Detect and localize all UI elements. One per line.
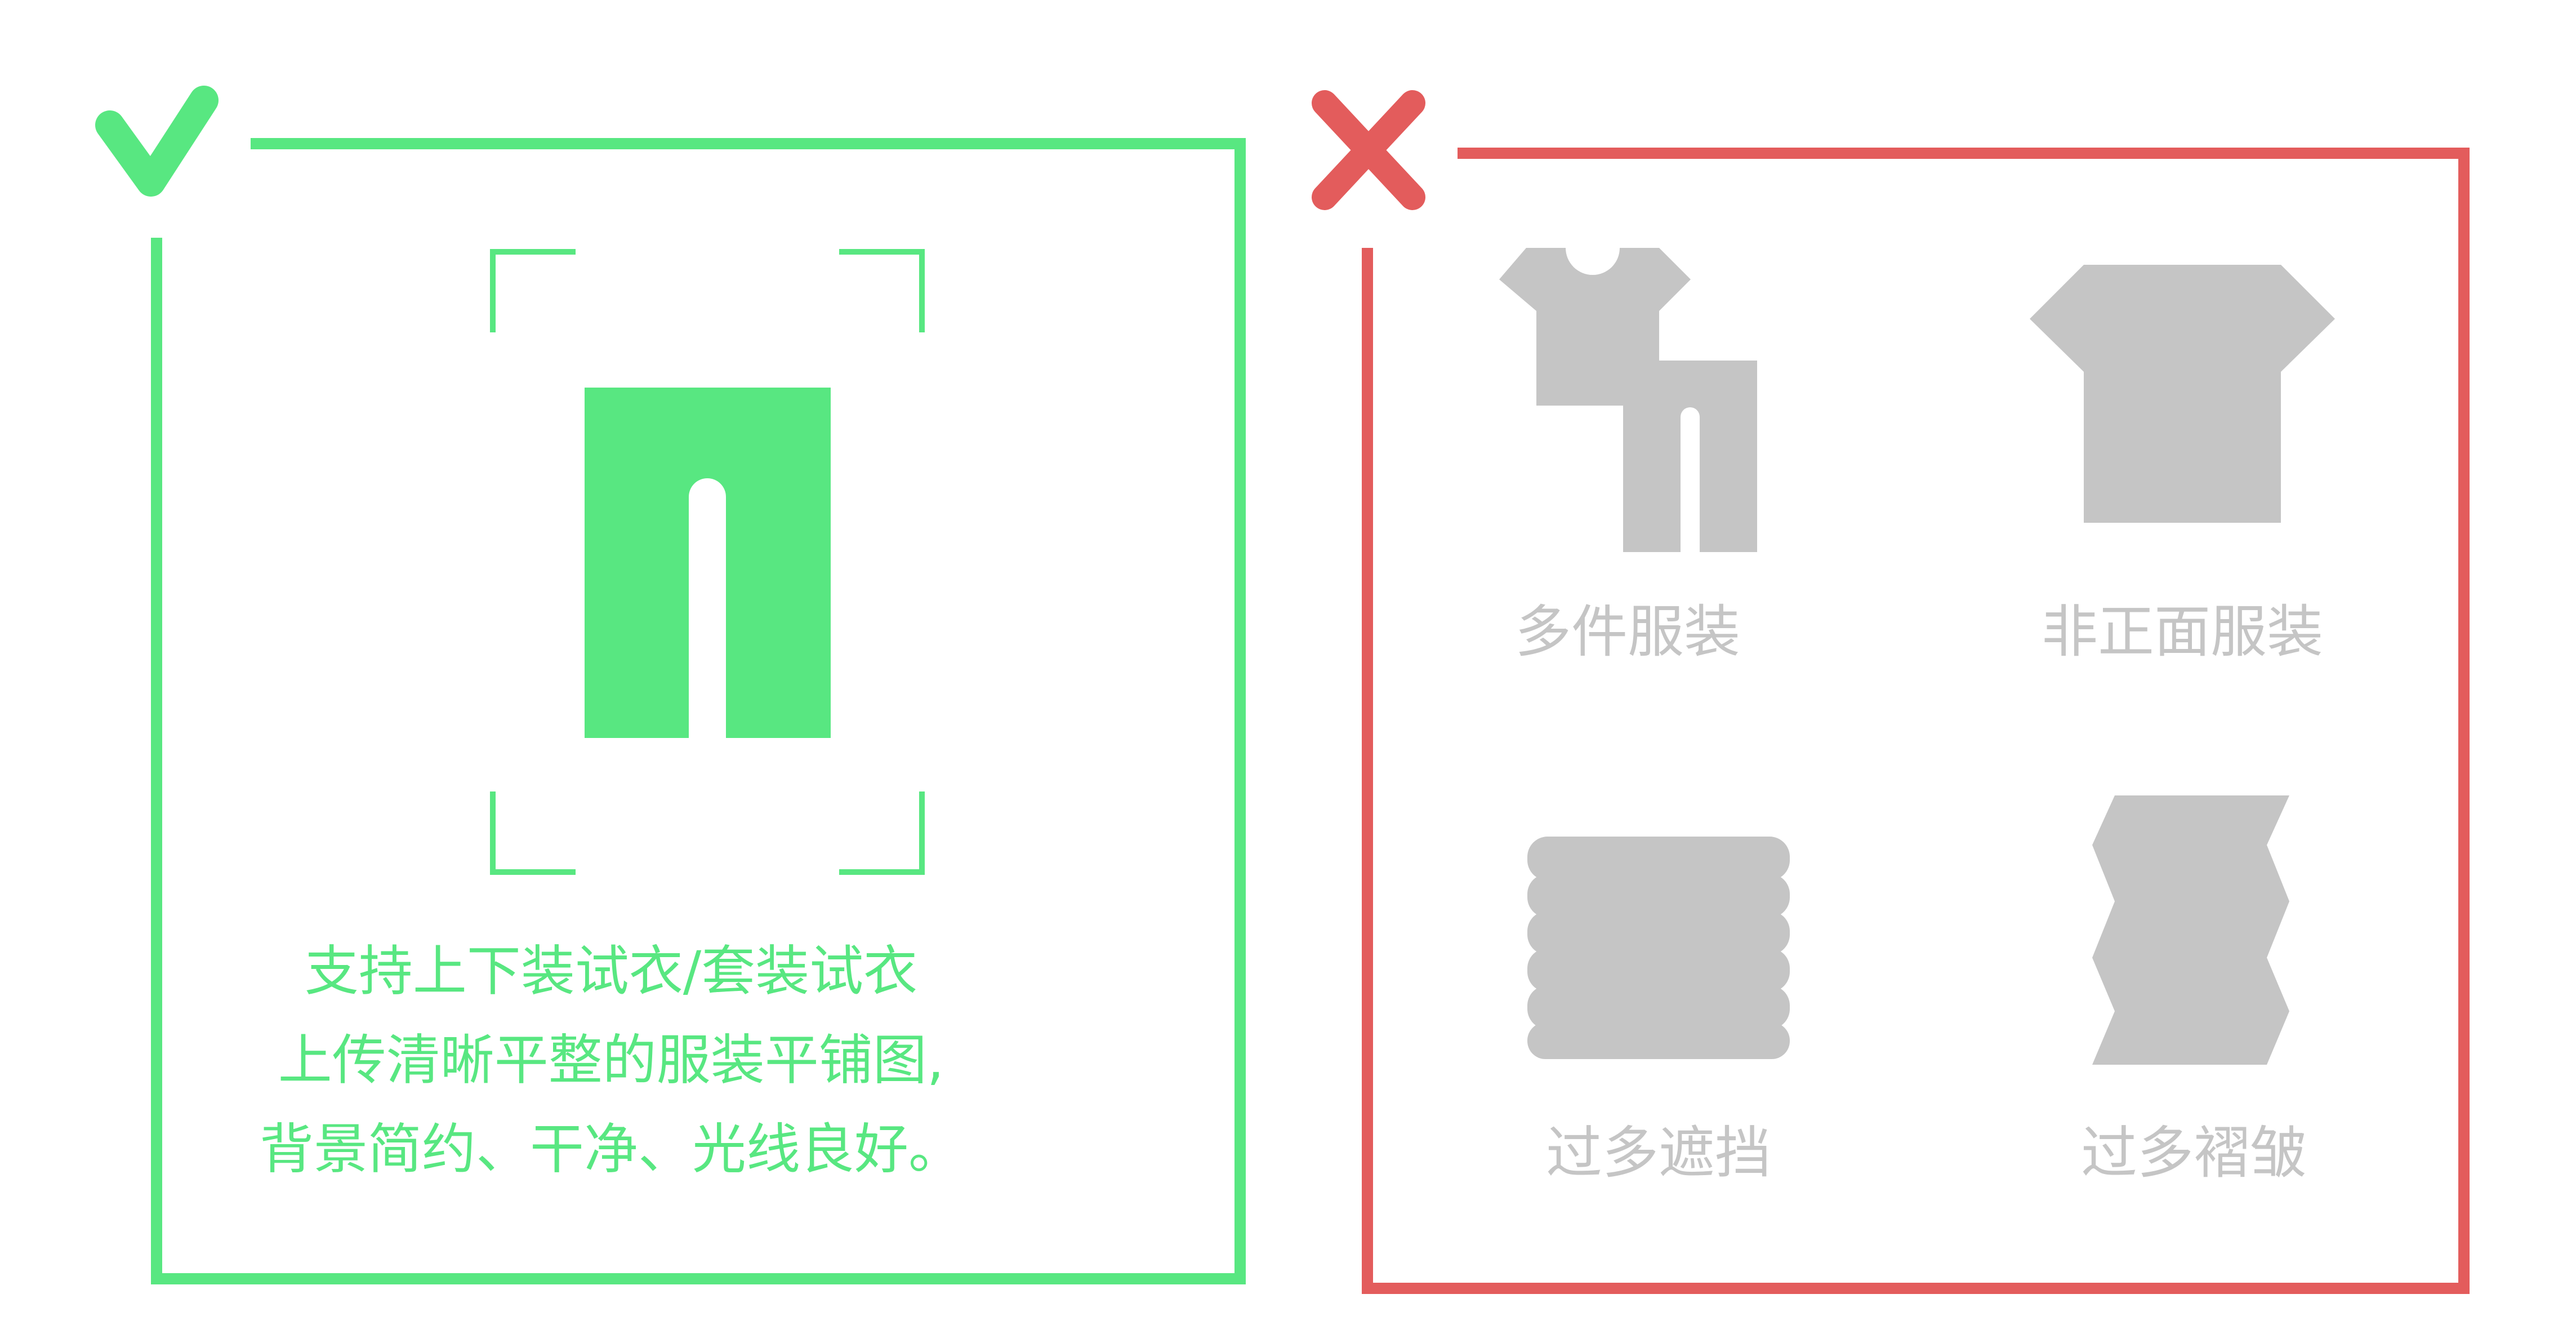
caption-line: 背景简约、干净、光线良好。	[260, 1118, 962, 1181]
excessive-occlusion-icon	[1527, 837, 1790, 1059]
label-non-frontal-garment: 非正面服装	[2042, 599, 2323, 665]
pants-icon	[585, 388, 831, 738]
label-excessive-occlusion: 过多遮挡	[1546, 1120, 1771, 1186]
cross-icon	[1312, 90, 1425, 210]
label-multiple-garments: 多件服装	[1515, 599, 1740, 665]
non-frontal-garment-icon	[2030, 265, 2335, 523]
label-excessive-wrinkles: 过多褶皱	[2081, 1120, 2306, 1186]
caption-line: 支持上下装试衣/套装试衣	[304, 940, 918, 1003]
garment-upload-guide: 支持上下装试衣/套装试衣 上传清晰平整的服装平铺图, 背景简约、干净、光线良好。…	[0, 0, 2576, 1343]
check-icon	[95, 86, 219, 197]
excessive-wrinkles-icon	[2092, 795, 2289, 1065]
good-example-caption: 支持上下装试衣/套装试衣 上传清晰平整的服装平铺图, 背景简约、干净、光线良好。	[158, 927, 1064, 1194]
caption-line: 上传清晰平整的服装平铺图,	[278, 1029, 944, 1092]
multiple-garments-icon	[1499, 248, 1757, 552]
focus-brackets	[490, 249, 925, 875]
